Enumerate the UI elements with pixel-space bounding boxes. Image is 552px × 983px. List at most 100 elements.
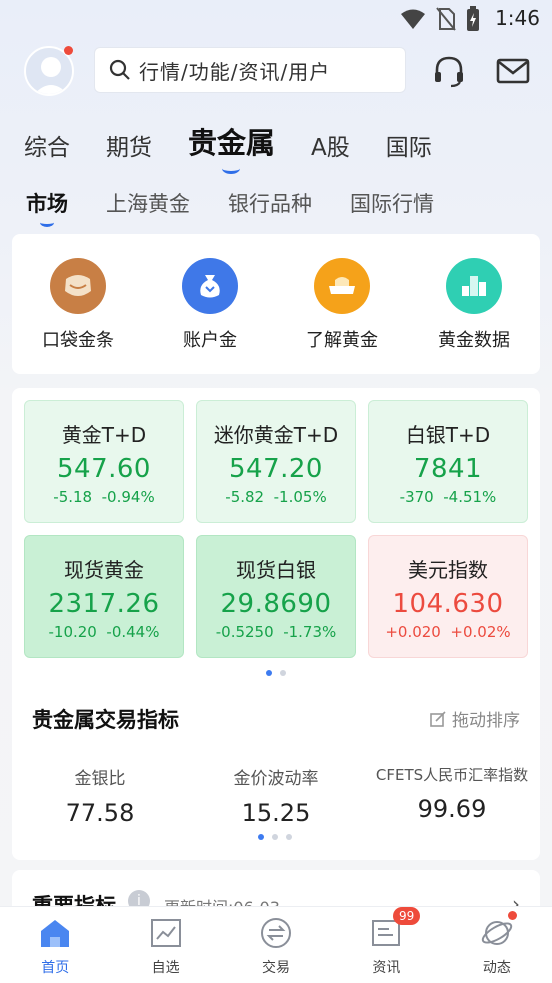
quote-price: 104.630 bbox=[392, 589, 504, 619]
indicators-page-indicator bbox=[258, 834, 292, 840]
tab-a-shares[interactable]: A股 bbox=[311, 128, 350, 162]
bottom-tab-news[interactable]: 99 资讯 bbox=[331, 907, 441, 983]
quote-name: 黄金T+D bbox=[61, 423, 147, 447]
shortcut-pocket-gold-bar[interactable]: 口袋金条 bbox=[18, 258, 138, 374]
status-time: 1:46 bbox=[495, 6, 540, 30]
quote-change-pct: -0.44% bbox=[106, 623, 160, 641]
quote-tile-mini-gold-td[interactable]: 迷你黄金T+D 547.20 -5.82 -1.05% bbox=[196, 400, 356, 523]
drag-sort-label: 拖动排序 bbox=[452, 711, 520, 731]
shortcut-account-gold[interactable]: 账户金 bbox=[150, 258, 270, 374]
quote-change: -5.82 -1.05% bbox=[197, 488, 355, 506]
no-sim-icon bbox=[436, 7, 456, 31]
customer-service-headset-icon[interactable] bbox=[432, 54, 466, 88]
shortcut-label: 黄金数据 bbox=[438, 330, 510, 351]
quote-change-pct: -1.73% bbox=[283, 623, 337, 641]
quote-change-abs: -0.5250 bbox=[215, 623, 274, 641]
news-unread-badge: 99 bbox=[393, 907, 421, 925]
subtab-market[interactable]: 市场 bbox=[26, 188, 68, 227]
quote-change-pct: -4.51% bbox=[443, 488, 497, 506]
quote-change: -0.5250 -1.73% bbox=[197, 623, 355, 641]
page-dot bbox=[280, 670, 286, 676]
indicator-name: 金价波动率 bbox=[233, 769, 319, 789]
subtab-shanghai-gold[interactable]: 上海黄金 bbox=[106, 188, 190, 218]
indicator-value: 99.69 bbox=[417, 795, 487, 823]
bottom-tab-trade[interactable]: 交易 bbox=[221, 907, 331, 983]
indicator-gold-silver-ratio[interactable]: 金银比 77.58 bbox=[12, 764, 188, 827]
data-blocks-icon bbox=[446, 258, 502, 314]
money-bag-icon bbox=[182, 258, 238, 314]
exchange-icon bbox=[261, 918, 292, 948]
indicators-row: 金银比 77.58 金价波动率 15.25 CFETS人民币汇率指数 99.69 bbox=[12, 764, 540, 827]
quote-change-pct: -0.94% bbox=[101, 488, 155, 506]
shortcut-gold-data[interactable]: 黄金数据 bbox=[414, 258, 534, 374]
indicator-cfets-rmb-index[interactable]: CFETS人民币汇率指数 99.69 bbox=[364, 764, 540, 827]
indicators-title: 贵金属交易指标 bbox=[32, 708, 179, 732]
page-dot bbox=[272, 834, 278, 840]
drag-sort-button[interactable]: 拖动排序 bbox=[430, 706, 520, 731]
page-dot bbox=[286, 834, 292, 840]
gold-bar-pocket-icon bbox=[50, 258, 106, 314]
indicator-value: 77.58 bbox=[65, 799, 135, 827]
quote-change: -370 -4.51% bbox=[369, 488, 527, 506]
quote-tile-spot-gold[interactable]: 现货黄金 2317.26 -10.20 -0.44% bbox=[24, 535, 184, 658]
subtab-bank-products[interactable]: 银行品种 bbox=[228, 188, 312, 218]
bottom-tab-label: 自选 bbox=[151, 960, 180, 976]
indicator-value: 15.25 bbox=[241, 799, 311, 827]
quote-price: 547.60 bbox=[57, 454, 151, 484]
bottom-tab-bar: 首页 自选 交易 99 资讯 动态 bbox=[0, 906, 552, 983]
quote-change-abs: -5.18 bbox=[53, 488, 93, 506]
tab-precious-metals[interactable]: 贵金属 bbox=[188, 120, 275, 174]
shortcut-label: 了解黄金 bbox=[306, 330, 378, 351]
quote-tile-spot-silver[interactable]: 现货白银 29.8690 -0.5250 -1.73% bbox=[196, 535, 356, 658]
quote-change-abs: -10.20 bbox=[48, 623, 97, 641]
quote-name: 迷你黄金T+D bbox=[213, 423, 339, 447]
page-dot-active bbox=[266, 670, 272, 676]
bottom-tab-label: 首页 bbox=[41, 960, 70, 976]
quote-change: -10.20 -0.44% bbox=[25, 623, 183, 641]
search-icon bbox=[109, 59, 130, 80]
indicator-gold-volatility[interactable]: 金价波动率 15.25 bbox=[188, 764, 364, 827]
status-bar: 1:46 bbox=[0, 0, 552, 40]
bottom-tab-home[interactable]: 首页 bbox=[0, 907, 110, 983]
shortcut-learn-gold[interactable]: 了解黄金 bbox=[282, 258, 402, 374]
wifi-icon bbox=[401, 9, 425, 29]
quote-name: 美元指数 bbox=[408, 558, 488, 582]
quote-price: 7841 bbox=[413, 454, 483, 484]
quote-name: 现货白银 bbox=[236, 558, 316, 582]
mail-icon[interactable] bbox=[496, 54, 530, 88]
gold-ingot-icon bbox=[314, 258, 370, 314]
main-tabs: 综合 期货 贵金属 A股 国际 bbox=[24, 112, 468, 174]
tab-international[interactable]: 国际 bbox=[386, 128, 432, 162]
bottom-tab-label: 交易 bbox=[262, 960, 291, 976]
quote-price: 2317.26 bbox=[48, 589, 160, 619]
edit-icon bbox=[430, 710, 446, 727]
quote-change-abs: -5.82 bbox=[225, 488, 265, 506]
tab-overview[interactable]: 综合 bbox=[24, 128, 70, 162]
indicator-name: 金银比 bbox=[74, 769, 126, 789]
subtab-international-quotes[interactable]: 国际行情 bbox=[350, 188, 434, 218]
tab-futures[interactable]: 期货 bbox=[106, 128, 152, 162]
quote-tile-dollar-index[interactable]: 美元指数 104.630 +0.020 +0.02% bbox=[368, 535, 528, 658]
watchlist-chart-icon bbox=[150, 919, 181, 947]
market-panel: 黄金T+D 547.60 -5.18 -0.94% 迷你黄金T+D 547.20… bbox=[12, 388, 540, 860]
bottom-tab-label: 资讯 bbox=[372, 960, 401, 976]
avatar-notification-dot bbox=[64, 46, 73, 55]
bottom-tab-feed[interactable]: 动态 bbox=[442, 907, 552, 983]
quote-change-pct: -1.05% bbox=[273, 488, 327, 506]
quote-change-abs: -370 bbox=[399, 488, 434, 506]
shortcut-panel: 口袋金条 账户金 了解黄金 黄金数据 bbox=[12, 234, 540, 374]
battery-charging-icon bbox=[467, 6, 479, 31]
bottom-tab-watchlist[interactable]: 自选 bbox=[110, 907, 220, 983]
quote-change-pct: +0.02% bbox=[450, 623, 511, 641]
quote-tile-gold-td[interactable]: 黄金T+D 547.60 -5.18 -0.94% bbox=[24, 400, 184, 523]
header: 行情/功能/资讯/用户 bbox=[0, 44, 552, 100]
shortcut-label: 账户金 bbox=[183, 330, 237, 351]
bottom-tab-label: 动态 bbox=[482, 960, 511, 976]
search-placeholder: 行情/功能/资讯/用户 bbox=[139, 59, 331, 84]
quote-change: +0.020 +0.02% bbox=[369, 623, 527, 641]
status-icons bbox=[400, 6, 480, 32]
search-input[interactable]: 行情/功能/资讯/用户 bbox=[94, 47, 406, 93]
quote-price: 547.20 bbox=[229, 454, 323, 484]
quote-tile-silver-td[interactable]: 白银T+D 7841 -370 -4.51% bbox=[368, 400, 528, 523]
market-tiles-grid: 黄金T+D 547.60 -5.18 -0.94% 迷你黄金T+D 547.20… bbox=[24, 400, 528, 658]
